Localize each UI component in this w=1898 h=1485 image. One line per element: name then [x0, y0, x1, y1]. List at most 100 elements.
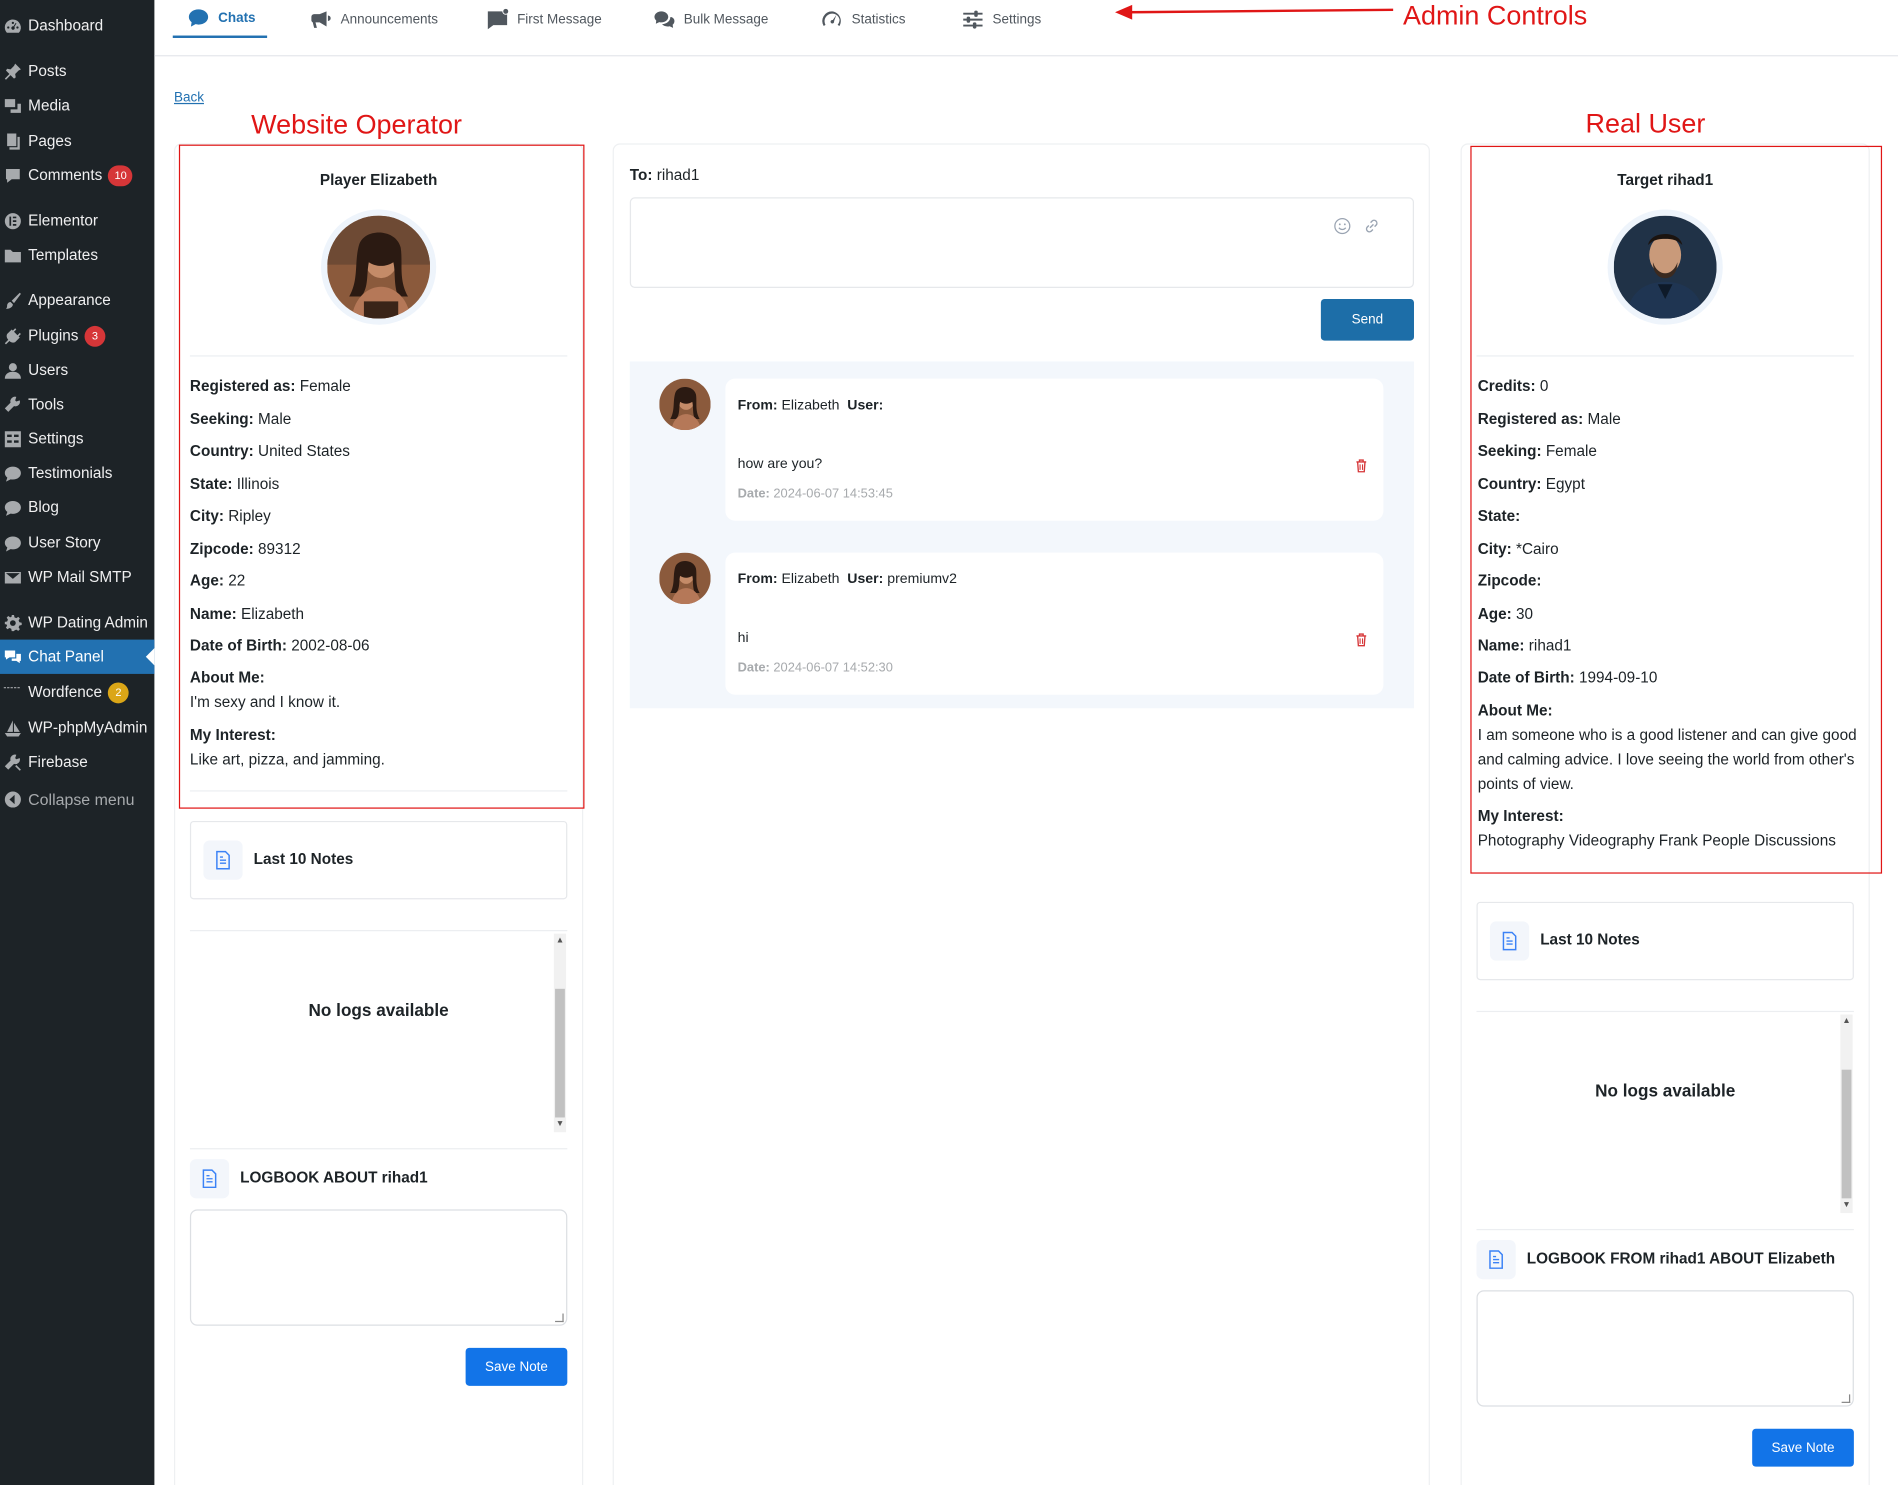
message-date: Date: 2024-06-07 14:52:30	[737, 660, 893, 676]
menu-label: User Story	[28, 534, 101, 552]
document-icon	[1489, 921, 1530, 961]
resize-grip[interactable]	[1841, 1394, 1851, 1403]
mail-icon	[2, 567, 23, 588]
target-interest-label: My Interest:	[1477, 807, 1564, 825]
menu-item-user-story[interactable]: User Story	[0, 526, 154, 560]
tab-announcements[interactable]: Announcements	[310, 0, 438, 38]
no-logs-message: No logs available	[1595, 1080, 1736, 1101]
operator-save-note-button[interactable]: Save Note	[465, 1347, 568, 1386]
menu-item-settings[interactable]: Settings	[0, 422, 154, 456]
plug-icon	[2, 325, 23, 346]
message-composer-input[interactable]	[629, 197, 1414, 288]
emoji-icon[interactable]	[1333, 217, 1351, 235]
delete-trash-icon[interactable]	[1354, 458, 1369, 473]
menu-label: Testimonials	[28, 464, 113, 482]
target-avatar	[1607, 209, 1723, 325]
menu-label: WP-phpMyAdmin	[28, 719, 148, 737]
menu-item-appearance[interactable]: Appearance	[0, 283, 154, 317]
menu-item-templates[interactable]: Templates	[0, 238, 154, 272]
sailboat-icon	[2, 717, 23, 738]
menu-item-users[interactable]: Users	[0, 353, 154, 387]
logs-scrollbar[interactable]: ▲ ▼	[553, 933, 567, 1133]
comment-icon	[2, 165, 23, 186]
target-last-notes-card[interactable]: Last 10 Notes	[1476, 901, 1854, 981]
pages-icon	[2, 130, 23, 151]
menu-item-wp-dating-admin[interactable]: WP Dating Admin	[0, 605, 154, 639]
logs-scrollbar[interactable]: ▲ ▼	[1840, 1014, 1853, 1214]
target-save-note-button[interactable]: Save Note	[1752, 1428, 1854, 1467]
menu-label: Chat Panel	[28, 648, 104, 666]
send-button[interactable]: Send	[1320, 298, 1414, 341]
menu-label: WP Dating Admin	[28, 613, 148, 632]
plugins-count-badge: 3	[84, 325, 106, 347]
notes-title: Last 10 Notes	[253, 850, 354, 868]
message-card: From: Elizabeth User: premiumv2 hi Date:…	[725, 552, 1384, 695]
annotation-arrow	[1115, 4, 1394, 20]
menu-item-testimonials[interactable]: Testimonials	[0, 456, 154, 490]
tab-chats[interactable]: Chats	[172, 0, 268, 38]
tab-settings[interactable]: Settings	[962, 0, 1041, 38]
menu-item-plugins[interactable]: Plugins 3	[0, 319, 154, 353]
chat-column	[612, 143, 1430, 1485]
collapse-label: Collapse menu	[28, 789, 135, 809]
menu-item-wp-phpmyadmin[interactable]: WP-phpMyAdmin	[0, 711, 154, 745]
admin-controls-annotation: Admin Controls	[1402, 0, 1588, 31]
tab-statistics[interactable]: Statistics	[821, 0, 906, 38]
divider	[189, 355, 568, 357]
tab-label: Settings	[992, 11, 1042, 27]
tab-first-message[interactable]: First Message	[486, 0, 602, 38]
operator-last-notes-card[interactable]: Last 10 Notes	[189, 820, 568, 900]
operator-avatar	[321, 209, 437, 325]
tab-label: Announcements	[340, 11, 439, 27]
target-about-text: I am someone who is a good listener and …	[1477, 726, 1857, 793]
wp-admin-screen: Dashboard Posts Media Pages Comments 10 E…	[0, 0, 1898, 1485]
message-meta: From: Elizabeth User: premiumv2	[737, 572, 957, 587]
menu-item-dashboard[interactable]: Dashboard	[0, 9, 154, 43]
menu-item-posts[interactable]: Posts	[0, 54, 154, 88]
document-icon	[1476, 1240, 1516, 1280]
target-country: Country: Egypt	[1477, 475, 1585, 493]
menu-item-wordfence[interactable]: Wordfence 2	[0, 675, 154, 709]
link-icon[interactable]	[1363, 217, 1381, 235]
menu-item-comments[interactable]: Comments 10	[0, 158, 154, 192]
tools-icon	[2, 752, 23, 773]
notes-title: Last 10 Notes	[1540, 931, 1640, 949]
tab-bulk-message[interactable]: Bulk Message	[653, 0, 768, 38]
document-icon	[189, 1159, 230, 1199]
menu-item-chat-panel[interactable]: Chat Panel	[0, 639, 155, 674]
message-date: Date: 2024-06-07 14:53:45	[737, 486, 893, 502]
menu-item-pages[interactable]: Pages	[0, 124, 154, 158]
tab-label: Bulk Message	[683, 11, 769, 27]
menu-label: Templates	[28, 246, 99, 264]
menu-label: Wordfence	[28, 683, 102, 701]
folder-icon	[2, 244, 23, 265]
menu-item-firebase[interactable]: Firebase	[0, 745, 154, 779]
wrench-icon	[2, 394, 23, 415]
menu-item-wp-mail-smtp[interactable]: WP Mail SMTP	[0, 560, 154, 594]
target-about-label: About Me:	[1477, 702, 1553, 720]
target-zipcode: Zipcode:	[1477, 572, 1542, 590]
operator-dob: Date of Birth: 2002-08-06	[189, 637, 370, 655]
target-logbook-textarea[interactable]	[1476, 1290, 1854, 1407]
target-name: Name: rihad1	[1477, 637, 1572, 655]
target-logs-panel: No logs available ▲ ▼	[1476, 1010, 1854, 1214]
collapse-menu-button[interactable]: Collapse menu	[0, 782, 154, 816]
operator-registered-as: Registered as: Female	[189, 377, 351, 395]
pin-icon	[2, 61, 23, 82]
menu-label: Posts	[28, 62, 67, 80]
menu-item-media[interactable]: Media	[0, 88, 154, 122]
delete-trash-icon[interactable]	[1354, 632, 1369, 647]
menu-item-tools[interactable]: Tools	[0, 387, 154, 421]
operator-state: State: Illinois	[189, 475, 280, 493]
elementor-icon	[2, 210, 23, 231]
menu-item-elementor[interactable]: Elementor	[0, 203, 154, 237]
target-city: City: *Cairo	[1477, 540, 1559, 558]
message-thread: From: Elizabeth User: how are you? Date:…	[629, 361, 1414, 709]
menu-item-blog[interactable]: Blog	[0, 490, 154, 524]
divider	[189, 790, 568, 792]
back-link[interactable]: Back	[174, 91, 204, 106]
menu-label: Media	[28, 96, 70, 114]
menu-label: Dashboard	[28, 17, 104, 35]
resize-grip[interactable]	[555, 1313, 564, 1323]
operator-logbook-textarea[interactable]	[189, 1209, 568, 1326]
